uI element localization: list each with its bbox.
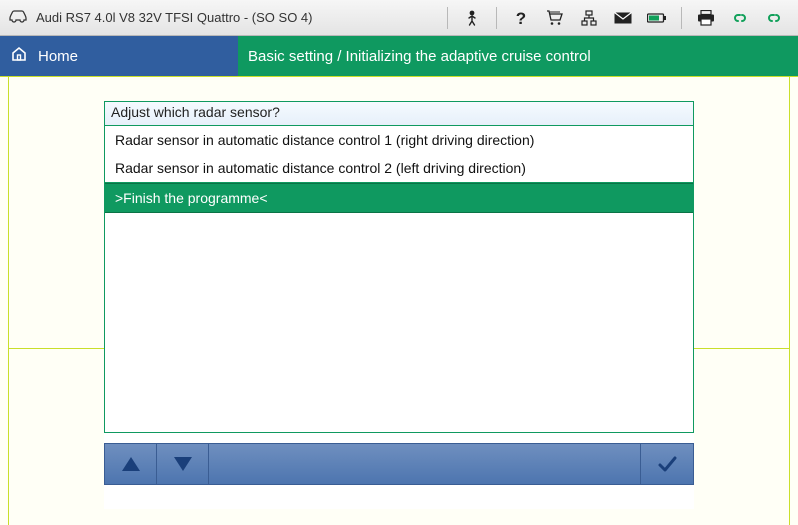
breadcrumb-text: Basic setting / Initializing the adaptiv… bbox=[248, 48, 591, 65]
cart-icon[interactable] bbox=[545, 8, 565, 28]
print-icon[interactable] bbox=[696, 8, 716, 28]
title-bar: Audi RS7 4.0l V8 32V TFSI Quattro - (SO … bbox=[0, 0, 798, 36]
toolbar: ? bbox=[447, 7, 790, 29]
person-icon[interactable] bbox=[462, 8, 482, 28]
option-item-selected[interactable]: >Finish the programme< bbox=[105, 183, 693, 213]
link2-green-icon[interactable] bbox=[764, 8, 784, 28]
home-button[interactable]: Home bbox=[0, 36, 238, 76]
link-green-icon[interactable] bbox=[730, 8, 750, 28]
nav-row: Home Basic setting / Initializing the ad… bbox=[0, 36, 798, 76]
car-icon bbox=[8, 9, 28, 26]
option-item[interactable]: Radar sensor in automatic distance contr… bbox=[105, 126, 693, 154]
help-icon[interactable]: ? bbox=[511, 8, 531, 28]
nav-up-button[interactable] bbox=[105, 444, 157, 484]
mail-icon[interactable] bbox=[613, 8, 633, 28]
window-title: Audi RS7 4.0l V8 32V TFSI Quattro - (SO … bbox=[36, 10, 447, 25]
content-area: Adjust which radar sensor? Radar sensor … bbox=[0, 76, 798, 525]
option-list: Radar sensor in automatic distance contr… bbox=[104, 125, 694, 433]
nav-down-button[interactable] bbox=[157, 444, 209, 484]
breadcrumb: Basic setting / Initializing the adaptiv… bbox=[238, 36, 798, 76]
dialog-panel: Adjust which radar sensor? Radar sensor … bbox=[104, 101, 694, 509]
option-item[interactable]: Radar sensor in automatic distance contr… bbox=[105, 154, 693, 182]
dialog-question: Adjust which radar sensor? bbox=[104, 101, 694, 125]
list-nav bbox=[104, 443, 694, 485]
svg-text:?: ? bbox=[516, 9, 526, 27]
check-icon bbox=[656, 453, 678, 475]
battery-icon[interactable] bbox=[647, 8, 667, 28]
network-icon[interactable] bbox=[579, 8, 599, 28]
confirm-button[interactable] bbox=[641, 444, 693, 484]
home-icon bbox=[10, 45, 28, 67]
home-label: Home bbox=[38, 48, 78, 65]
